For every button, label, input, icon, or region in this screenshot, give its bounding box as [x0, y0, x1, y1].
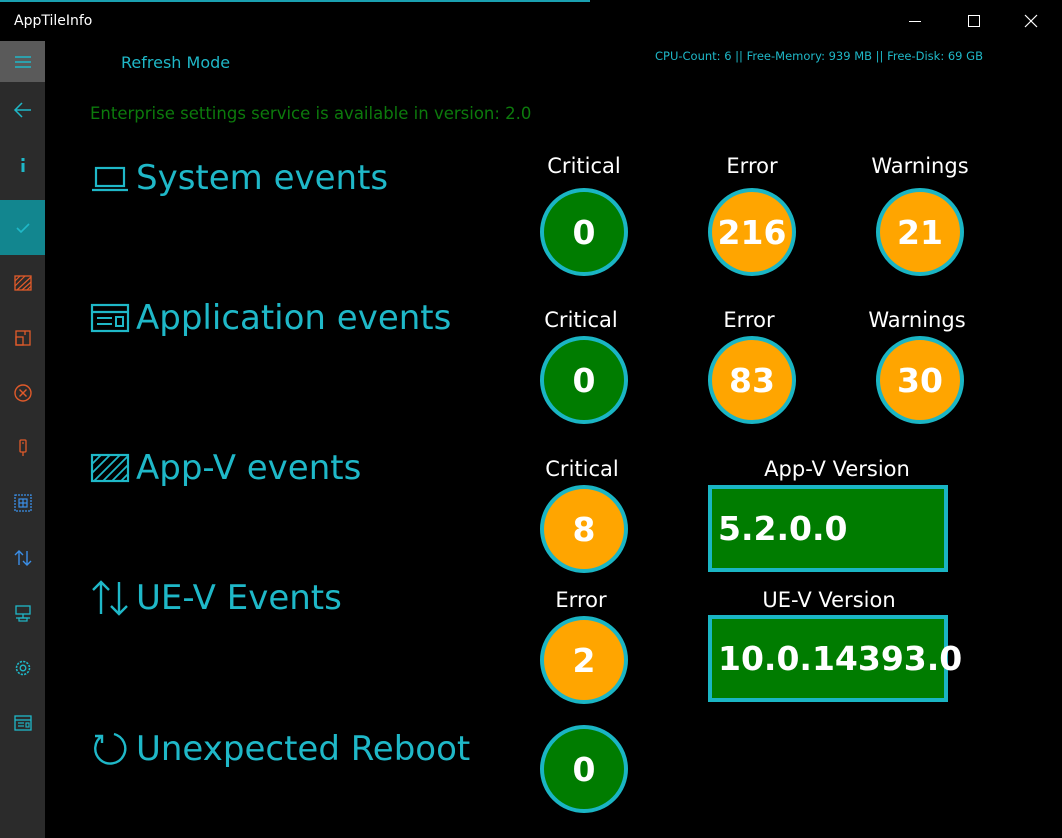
nav-sync[interactable] — [0, 530, 45, 585]
back-arrow-icon — [13, 101, 31, 118]
info-icon — [21, 157, 24, 172]
hatched-box-icon — [13, 274, 32, 291]
system-events-heading: System events — [90, 158, 388, 198]
uev-version-label: UE-V Version — [762, 588, 896, 612]
appv-events-title: App-V events — [136, 448, 362, 488]
system-critical-label: Critical — [547, 154, 621, 178]
system-error-count: 216 — [708, 188, 796, 276]
nav-app-events[interactable] — [0, 695, 45, 750]
close-button[interactable] — [1008, 6, 1054, 36]
title-accent-line — [0, 0, 590, 2]
appv-critical-count: 8 — [540, 485, 628, 573]
laptop-icon — [92, 166, 128, 192]
error-circle-icon — [13, 383, 32, 402]
application-critical-count: 0 — [540, 336, 628, 424]
app-window-icon — [90, 303, 130, 333]
window-title: AppTileInfo — [14, 13, 93, 29]
appv-critical-label: Critical — [545, 457, 619, 481]
maximize-icon — [968, 15, 980, 27]
unexpected-reboot-heading: Unexpected Reboot — [90, 729, 470, 769]
nav-info[interactable] — [0, 137, 45, 192]
nav-checklist[interactable] — [0, 200, 45, 255]
sidebar — [0, 41, 45, 838]
minimize-icon — [909, 21, 921, 22]
minimize-button[interactable] — [892, 6, 938, 36]
nav-usb[interactable] — [0, 420, 45, 475]
maximize-button[interactable] — [950, 6, 996, 36]
hamburger-icon — [14, 55, 31, 68]
refresh-icon — [94, 732, 127, 765]
application-critical-label: Critical — [544, 308, 618, 332]
gear-icon — [15, 660, 30, 675]
system-warnings-count: 21 — [876, 188, 964, 276]
close-icon — [1024, 14, 1038, 28]
application-warnings-label: Warnings — [868, 308, 966, 332]
enterprise-status-text: Enterprise settings service is available… — [90, 104, 532, 123]
appv-events-heading: App-V events — [90, 448, 361, 488]
application-error-count: 83 — [708, 336, 796, 424]
refresh-mode-button[interactable]: Refresh Mode — [121, 53, 230, 72]
nav-package[interactable] — [0, 310, 45, 365]
uev-version-value: 10.0.14393.0 — [708, 615, 962, 702]
system-warnings-label: Warnings — [871, 154, 969, 178]
nav-appv[interactable] — [0, 255, 45, 310]
uev-error-label: Error — [555, 588, 607, 612]
system-error-label: Error — [726, 154, 778, 178]
application-events-heading: Application events — [90, 298, 451, 338]
grid-icon — [13, 493, 32, 512]
uev-events-title: UE-V Events — [136, 578, 342, 618]
usb-stick-icon — [18, 438, 27, 456]
nav-grid[interactable] — [0, 475, 45, 530]
nav-settings[interactable] — [0, 640, 45, 695]
application-error-label: Error — [723, 308, 775, 332]
title-bar: AppTileInfo — [0, 0, 1062, 41]
checkmark-icon — [15, 222, 30, 233]
unexpected-reboot-title: Unexpected Reboot — [136, 729, 471, 769]
hamburger-menu-button[interactable] — [0, 41, 45, 82]
hatched-box-icon — [90, 453, 130, 483]
appv-version-label: App-V Version — [764, 457, 910, 481]
unexpected-reboot-count: 0 — [540, 725, 628, 813]
up-down-arrows-icon — [14, 549, 31, 566]
back-button[interactable] — [0, 82, 45, 137]
app-window-icon — [13, 714, 32, 731]
system-events-title: System events — [136, 158, 389, 198]
application-warnings-count: 30 — [876, 336, 964, 424]
package-icon — [14, 329, 31, 346]
appv-version-value: 5.2.0.0 — [708, 485, 948, 572]
application-events-title: Application events — [136, 298, 452, 338]
uev-events-heading: UE-V Events — [90, 578, 342, 618]
system-critical-count: 0 — [540, 188, 628, 276]
up-down-arrows-icon — [92, 580, 128, 616]
uev-error-count: 2 — [540, 616, 628, 704]
network-icon — [14, 604, 31, 622]
system-info-text: CPU-Count: 6 || Free-Memory: 939 MB || F… — [655, 49, 983, 63]
nav-errors[interactable] — [0, 365, 45, 420]
nav-network[interactable] — [0, 585, 45, 640]
